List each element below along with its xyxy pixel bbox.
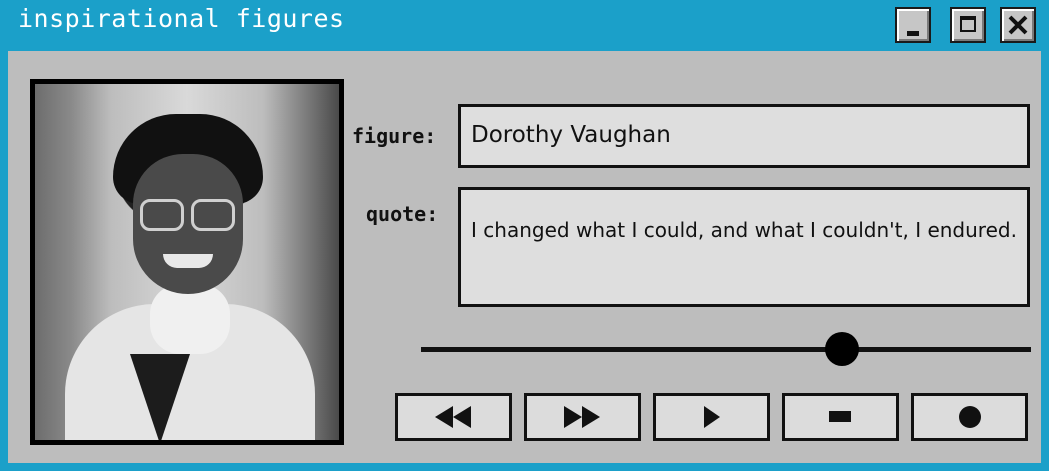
window-title: inspirational figures — [18, 4, 345, 33]
stop-icon — [829, 411, 851, 422]
figure-portrait — [30, 79, 344, 445]
play-icon — [704, 406, 720, 428]
seek-thumb[interactable] — [824, 332, 859, 366]
app-window: inspirational figures figure: Dorothy Va… — [0, 0, 1049, 471]
seek-track[interactable] — [421, 347, 1031, 352]
close-icon — [1008, 15, 1028, 35]
content-panel: figure: Dorothy Vaughan quote: I changed… — [8, 51, 1041, 463]
seek-slider[interactable] — [421, 329, 1031, 369]
play-button[interactable] — [653, 393, 770, 441]
rewind-button[interactable] — [395, 393, 512, 441]
minimize-icon — [907, 31, 919, 36]
quote-label: quote: — [366, 202, 439, 226]
fast-forward-icon — [564, 406, 600, 428]
figure-name-field[interactable]: Dorothy Vaughan — [458, 104, 1030, 168]
maximize-button[interactable] — [950, 7, 986, 43]
minimize-button[interactable] — [895, 7, 931, 43]
quote-field[interactable]: I changed what I could, and what I could… — [458, 187, 1030, 307]
close-button[interactable] — [1000, 7, 1036, 43]
title-bar[interactable]: inspirational figures — [0, 0, 1049, 48]
record-icon — [959, 406, 981, 428]
figure-label: figure: — [352, 124, 437, 148]
rewind-icon — [435, 406, 471, 428]
record-button[interactable] — [911, 393, 1028, 441]
stop-button[interactable] — [782, 393, 899, 441]
portrait-photo — [35, 84, 339, 440]
maximize-icon — [960, 16, 976, 32]
fast-forward-button[interactable] — [524, 393, 641, 441]
